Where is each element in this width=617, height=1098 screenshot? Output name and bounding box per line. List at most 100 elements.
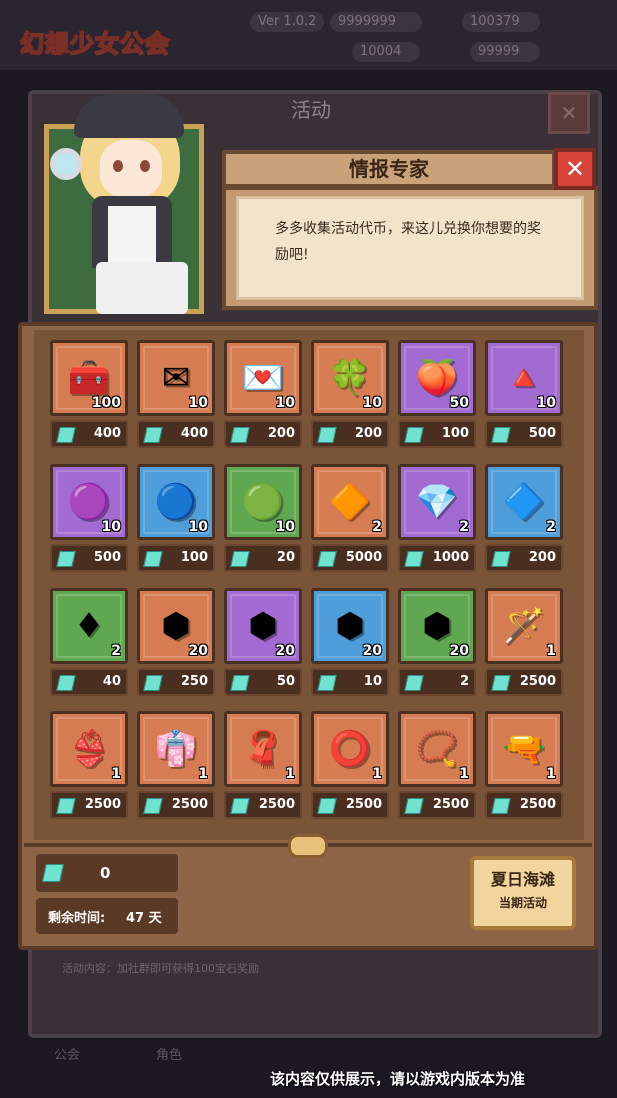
shop-item[interactable]: 🔶 2 5000	[311, 464, 389, 576]
purple-scarf-icon: 🧣	[241, 729, 285, 769]
item-quantity: 1	[111, 766, 121, 782]
shop-item[interactable]: 🟢 10 20	[224, 464, 302, 576]
item-icon-box[interactable]: 🔫 1	[485, 711, 563, 787]
item-price-box[interactable]: 400	[137, 420, 215, 448]
shop-item[interactable]: 🔫 1 2500	[485, 711, 563, 823]
item-price-box[interactable]: 5000	[311, 544, 389, 572]
shop-item[interactable]: 🔷 2 200	[485, 464, 563, 576]
item-quantity: 1	[459, 766, 469, 782]
shop-item[interactable]: 👙 1 2500	[50, 711, 128, 823]
item-icon-box[interactable]: 💌 10	[224, 340, 302, 416]
nav-character[interactable]: 角色	[156, 1044, 182, 1063]
nav-guild[interactable]: 公会	[54, 1044, 80, 1063]
item-icon-box[interactable]: 💎 2	[398, 464, 476, 540]
shop-item[interactable]: 🪄 1 2500	[485, 588, 563, 700]
shop-item[interactable]: 💌 10 200	[224, 340, 302, 452]
item-icon-box[interactable]: ⭕ 1	[311, 711, 389, 787]
item-icon-box[interactable]: 👘 1	[137, 711, 215, 787]
item-price-box[interactable]: 1000	[398, 544, 476, 572]
resource-gem: 100379	[462, 12, 540, 32]
item-icon-box[interactable]: 🔵 10	[137, 464, 215, 540]
item-price: 500	[93, 550, 121, 565]
item-price-box[interactable]: 40	[50, 668, 128, 696]
character-legs	[96, 262, 188, 314]
item-icon-box[interactable]: 🔷 2	[485, 464, 563, 540]
shop-item[interactable]: 📿 1 2500	[398, 711, 476, 823]
item-icon-box[interactable]: 🔶 2	[311, 464, 389, 540]
item-icon-box[interactable]: 👙 1	[50, 711, 128, 787]
item-icon-box[interactable]: 🍀 10	[311, 340, 389, 416]
item-icon-box[interactable]: 🪄 1	[485, 588, 563, 664]
item-price-box[interactable]: 2500	[398, 791, 476, 819]
item-icon-box[interactable]: 📿 1	[398, 711, 476, 787]
item-price-box[interactable]: 200	[224, 420, 302, 448]
item-icon-box[interactable]: ♦ 2	[50, 588, 128, 664]
item-price: 2500	[519, 797, 556, 812]
shop-item[interactable]: 🔺 10 500	[485, 340, 563, 452]
item-quantity: 10	[188, 519, 208, 535]
token-balance: 0	[100, 864, 111, 882]
item-price-box[interactable]: 500	[485, 420, 563, 448]
item-icon-box[interactable]: 🟣 10	[50, 464, 128, 540]
item-icon-box[interactable]: 🍑 50	[398, 340, 476, 416]
item-icon-box[interactable]: ⬢ 20	[224, 588, 302, 664]
item-icon-box[interactable]: ⬢ 20	[137, 588, 215, 664]
shop-item[interactable]: 🧣 1 2500	[224, 711, 302, 823]
shop-item[interactable]: 🟣 10 500	[50, 464, 128, 576]
resource-coin: 99999	[470, 42, 540, 62]
item-price-box[interactable]: 10	[311, 668, 389, 696]
violet-hex-gem-icon: ⬢	[248, 606, 278, 646]
item-price-box[interactable]: 50	[224, 668, 302, 696]
shop-item[interactable]: 🍑 50 100	[398, 340, 476, 452]
shop-item[interactable]: ⬢ 20 10	[311, 588, 389, 700]
item-price-box[interactable]: 2500	[311, 791, 389, 819]
item-price-box[interactable]: 500	[50, 544, 128, 572]
shop-item[interactable]: 🔵 10 100	[137, 464, 215, 576]
disclaimer-text: 该内容仅供展示，请以游戏内版本为准	[270, 1070, 526, 1088]
shop-item[interactable]: 💎 2 1000	[398, 464, 476, 576]
item-price-box[interactable]: 2500	[224, 791, 302, 819]
shop-item[interactable]: 👘 1 2500	[137, 711, 215, 823]
item-price-box[interactable]: 2500	[485, 668, 563, 696]
token-icon	[317, 551, 337, 567]
shop-item[interactable]: 🧰 100 400	[50, 340, 128, 452]
shop-item[interactable]: ⬢ 20 50	[224, 588, 302, 700]
close-icon[interactable]: ✕	[554, 148, 596, 190]
item-price-box[interactable]: 2	[398, 668, 476, 696]
shop-item[interactable]: ⭕ 1 2500	[311, 711, 389, 823]
event-name[interactable]: 夏日海滩	[470, 866, 576, 890]
token-icon	[404, 798, 424, 814]
item-price-box[interactable]: 20	[224, 544, 302, 572]
item-icon-box[interactable]: 🧣 1	[224, 711, 302, 787]
pink-pyramid-gem-icon: 🔺	[502, 358, 546, 398]
item-icon-box[interactable]: 🧰 100	[50, 340, 128, 416]
item-price-box[interactable]: 2500	[137, 791, 215, 819]
item-icon-box[interactable]: 🟢 10	[224, 464, 302, 540]
event-subtitle[interactable]: 当期活动	[470, 894, 576, 911]
item-price-box[interactable]: 100	[398, 420, 476, 448]
item-price-box[interactable]: 400	[50, 420, 128, 448]
item-quantity: 10	[275, 395, 295, 411]
item-icon-box[interactable]: ✉ 10	[137, 340, 215, 416]
item-price-box[interactable]: 200	[485, 544, 563, 572]
token-icon	[491, 798, 511, 814]
shop-item[interactable]: ✉ 10 400	[137, 340, 215, 452]
item-price-box[interactable]: 200	[311, 420, 389, 448]
shop-item[interactable]: 🍀 10 200	[311, 340, 389, 452]
item-icon-box[interactable]: 🔺 10	[485, 340, 563, 416]
item-icon-box[interactable]: ⬢ 20	[311, 588, 389, 664]
shop-item[interactable]: ⬢ 20 250	[137, 588, 215, 700]
item-icon-box[interactable]: ⬢ 20	[398, 588, 476, 664]
shop-item[interactable]: ⬢ 20 2	[398, 588, 476, 700]
item-price: 2500	[345, 797, 382, 812]
token-icon	[56, 427, 76, 443]
shop-item[interactable]: ♦ 2 40	[50, 588, 128, 700]
item-price: 5000	[345, 550, 382, 565]
item-price-box[interactable]: 250	[137, 668, 215, 696]
item-price-box[interactable]: 2500	[50, 791, 128, 819]
item-price-box[interactable]: 100	[137, 544, 215, 572]
item-quantity: 20	[449, 643, 469, 659]
item-price-box[interactable]: 2500	[485, 791, 563, 819]
item-quantity: 20	[362, 643, 382, 659]
activity-close-icon[interactable]	[548, 92, 590, 134]
